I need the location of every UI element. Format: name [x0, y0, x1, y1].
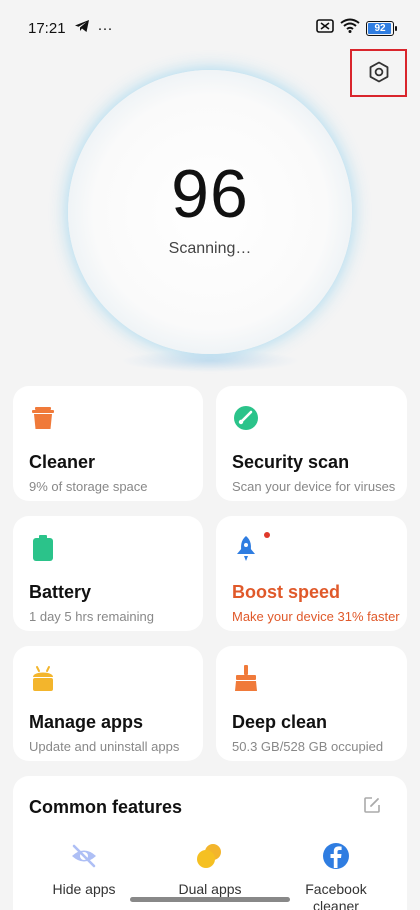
battery-icon — [29, 534, 57, 562]
settings-button[interactable] — [350, 49, 407, 97]
trash-icon — [29, 404, 57, 432]
dual-circles-icon — [195, 841, 225, 871]
edit-icon[interactable] — [363, 796, 381, 819]
facebook-icon — [321, 841, 351, 871]
shield-check-icon — [232, 404, 260, 432]
card-title: Deep clean — [232, 712, 328, 732]
alert-dot — [264, 532, 270, 538]
wifi-icon — [340, 18, 360, 38]
deep-clean-card[interactable]: Deep clean 50.3 GB/528 GB occupied — [216, 646, 407, 761]
card-title: Boost speed — [232, 582, 341, 602]
boost-speed-card[interactable]: Boost speed Make your device 31% faster — [216, 516, 407, 631]
feature-label: Facebook cleaner — [305, 881, 367, 910]
card-subtitle: Scan your device for viruses — [232, 479, 396, 494]
card-subtitle: Update and uninstall apps — [29, 739, 180, 754]
card-title: Security scan — [232, 452, 350, 472]
feature-label: Dual apps — [178, 881, 242, 897]
status-right: 92 — [316, 18, 397, 38]
scan-status: Scanning… — [168, 240, 252, 257]
scan-ring[interactable]: 96 Scanning… — [68, 70, 352, 354]
card-title: Cleaner — [29, 452, 96, 472]
feature-hide-apps[interactable]: Hide apps — [29, 841, 139, 910]
broom-icon — [232, 664, 260, 692]
feature-label: Hide apps — [52, 881, 116, 897]
rocket-icon — [232, 532, 270, 562]
battery-indicator: 92 — [366, 20, 397, 36]
status-time: 17:21 — [28, 19, 66, 37]
common-features-header: Common features — [29, 796, 391, 819]
common-features-title: Common features — [29, 797, 183, 817]
health-score: 96 — [171, 156, 249, 232]
cleaner-card[interactable]: Cleaner 9% of storage space — [13, 386, 203, 501]
android-app-icon — [29, 664, 57, 692]
battery-level: 92 — [374, 22, 386, 34]
telegram-icon — [74, 19, 90, 37]
card-subtitle: 9% of storage space — [29, 479, 148, 494]
home-indicator[interactable] — [130, 897, 290, 902]
manage-apps-card[interactable]: Manage apps Update and uninstall apps — [13, 646, 203, 761]
card-title: Manage apps — [29, 712, 144, 732]
battery-card[interactable]: Battery 1 day 5 hrs remaining — [13, 516, 203, 631]
settings-hexagon-icon — [367, 60, 391, 87]
card-title: Battery — [29, 582, 92, 602]
more-notifications-icon: ··· — [97, 19, 113, 37]
status-left: 17:21 ··· — [28, 19, 113, 37]
no-sim-icon — [316, 18, 334, 38]
card-subtitle: 1 day 5 hrs remaining — [29, 609, 155, 624]
status-bar: 17:21 ··· 92 — [0, 0, 420, 56]
feature-facebook-cleaner[interactable]: Facebook cleaner — [281, 841, 391, 910]
card-subtitle: Make your device 31% faster — [232, 609, 400, 624]
common-features-panel: Common features Hide apps Dual apps Face… — [13, 776, 407, 910]
security-scan-card[interactable]: Security scan Scan your device for virus… — [216, 386, 407, 501]
card-subtitle: 50.3 GB/528 GB occupied — [232, 739, 384, 754]
eye-off-icon — [69, 841, 99, 871]
